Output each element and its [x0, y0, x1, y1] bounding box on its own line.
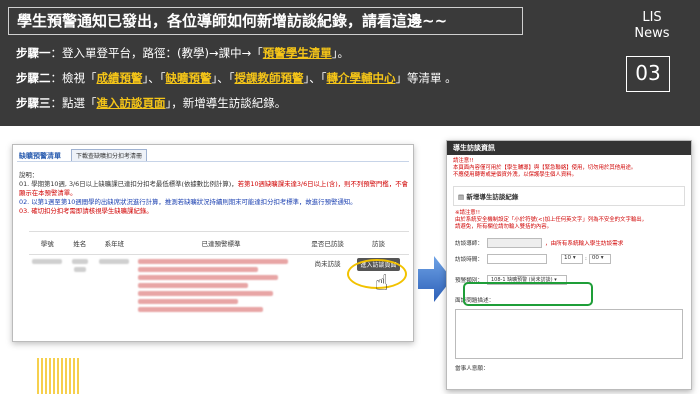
- col-header: 系年班: [94, 231, 135, 255]
- page-title: 學生預警通知已發出，各位導師如何新增訪談紀錄，請看這邊~~: [8, 7, 523, 35]
- col-header: 已達預警標準: [134, 231, 308, 255]
- section-title: ▤ 新增導生訪談紀錄: [453, 186, 685, 206]
- pointer-hand-icon: ☝: [375, 271, 389, 296]
- table-header-row: 學號 姓名 系年班 已達預警標準 是否已訪談 訪談: [29, 231, 409, 255]
- interview-form-screenshot: 導生訪談資訊 請注意!! 本頁面內容僅可用於【學生輔導】與【緊急聯絡】使用，切勿…: [446, 140, 692, 390]
- step-two: 步驟二：檢視「成績預警」、「缺曠預警」、「授課教師預警」、「轉介學輔中心」等清單…: [16, 71, 457, 85]
- input-warning: ※請注意!! 由於系統安全機制設定「小於符號(<)加上任何英文字」列為不安全的文…: [455, 210, 648, 230]
- teacher-row: 訪談導師： ，由所有系統輸入學生訪談需求: [447, 235, 691, 251]
- content-textarea[interactable]: [455, 309, 683, 359]
- highlight-text: 缺曠預警: [165, 71, 212, 85]
- blurred-name: [71, 259, 88, 264]
- col-header: 是否已訪談: [307, 231, 348, 255]
- teacher-field: [486, 238, 542, 248]
- blurred-id: [32, 259, 63, 264]
- interview-status: 尚未訪談: [314, 260, 341, 268]
- highlight-text: 進入訪談頁面: [96, 96, 166, 110]
- form-title: 導生訪談資訊: [447, 141, 691, 155]
- explanation-text: 說明： 01. 學期第10週, 3/6日以上缺曠課已達扣分扣考最低標準(依據數比…: [19, 171, 408, 215]
- issue-number: 03: [626, 56, 670, 92]
- col-header: 學號: [29, 231, 66, 255]
- col-header: 訪談: [348, 231, 409, 255]
- table-row: 尚未訪談 進入訪談頁面: [29, 255, 409, 318]
- blurred-standard: [137, 259, 288, 264]
- minute-select[interactable]: 00 ▾: [588, 254, 611, 264]
- hour-select[interactable]: 10 ▾: [560, 254, 583, 264]
- date-input[interactable]: [486, 254, 547, 264]
- blurred-class: [99, 259, 130, 264]
- highlight-text: 授課教師預警: [234, 71, 304, 85]
- decorative-stripes: [37, 358, 79, 394]
- step-three: 步驟三：點選「進入訪談頁面」，新增導生訪談紀錄。: [16, 96, 287, 110]
- tab-absence-warning[interactable]: 缺曠預警清單: [19, 151, 61, 161]
- highlight-text: 轉介學輔中心: [326, 71, 396, 85]
- step-label: 步驟二: [16, 71, 51, 85]
- tab-divider: [17, 161, 409, 162]
- privacy-notice: 請注意!! 本頁面內容僅可用於【學生輔導】與【緊急聯絡】使用，切勿用於其他用途。…: [453, 158, 637, 178]
- warning-list-screenshot: 缺曠預警清單 下載查缺曠扣分扣考清冊 說明： 01. 學期第10週, 3/6日以…: [12, 144, 414, 342]
- header-banner: 學生預警通知已發出，各位導師如何新增訪談紀錄，請看這邊~~ 步驟一：登入單登平台…: [0, 0, 700, 126]
- owner-label: 當事人意願：: [455, 366, 489, 372]
- step-one: 步驟一：登入單登平台，路徑：(教學)→課中→「預警學生清單」。: [16, 46, 349, 60]
- col-header: 姓名: [65, 231, 94, 255]
- highlight-text: 成績預警: [96, 71, 143, 85]
- step-label: 步驟一: [16, 46, 51, 60]
- brand-logo: LIS News: [634, 10, 670, 41]
- time-row: 訪談時間： 10 ▾ : 00 ▾: [447, 251, 691, 267]
- highlight-text: 預警學生清單: [262, 46, 332, 60]
- step-label: 步驟三: [16, 96, 51, 110]
- category-highlight-box: [463, 282, 593, 306]
